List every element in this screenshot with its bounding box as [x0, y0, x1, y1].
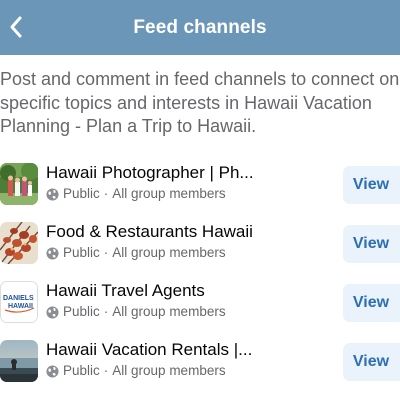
description-line: Post and comment in feed channels to con…: [0, 69, 400, 89]
logo-text-top: DANIELS: [3, 295, 34, 302]
description-line: Planning - Plan a Trip to Hawaii.: [0, 116, 257, 136]
channel-name: Hawaii Photographer | Ph...: [46, 163, 254, 182]
page-title: Feed channels: [133, 16, 267, 38]
channel-meta: Public · All group members: [46, 185, 226, 203]
meta-separator: ·: [103, 245, 109, 260]
globe-icon: [46, 187, 59, 201]
channel-name: Food & Restaurants Hawaii: [46, 222, 253, 241]
daniels-hawaii-logo: DANIELS HAWAII: [1, 282, 37, 322]
globe-icon: [46, 246, 59, 260]
channel-thumbnail: [0, 222, 38, 264]
channel-row[interactable]: Hawaii Vacation Rentals |... Public · Al…: [0, 340, 400, 388]
meta-separator: ·: [103, 304, 109, 319]
channel-meta: Public · All group members: [46, 303, 226, 321]
channel-row[interactable]: Hawaii Photographer | Ph... Public · All…: [0, 163, 400, 211]
privacy-label: Public: [63, 245, 100, 260]
privacy-label: Public: [63, 186, 100, 201]
view-button[interactable]: View: [343, 166, 400, 204]
channel-row[interactable]: DANIELS HAWAII Hawaii Travel Agents Publ…: [0, 281, 400, 329]
view-button[interactable]: View: [343, 343, 400, 381]
meta-separator: ·: [103, 186, 109, 201]
audience-label: All group members: [112, 363, 226, 378]
back-button[interactable]: [4, 14, 28, 40]
channel-meta: Public · All group members: [46, 362, 226, 380]
description-line: specific topics and interests in Hawaii …: [0, 92, 372, 113]
channel-row[interactable]: Food & Restaurants Hawaii Public · All g…: [0, 222, 400, 270]
globe-icon: [46, 364, 59, 378]
description: Post and comment in feed channels to con…: [0, 68, 400, 139]
top-bar: Feed channels: [0, 0, 400, 55]
channel-name: Hawaii Vacation Rentals |...: [46, 340, 253, 359]
globe-icon: [46, 305, 59, 319]
audience-label: All group members: [112, 186, 226, 201]
channel-meta: Public · All group members: [46, 244, 226, 262]
channel-thumbnail: [0, 163, 38, 205]
channel-thumbnail: [0, 340, 38, 382]
view-button[interactable]: View: [343, 225, 400, 263]
audience-label: All group members: [112, 245, 226, 260]
privacy-label: Public: [63, 304, 100, 319]
channel-name: Hawaii Travel Agents: [46, 281, 205, 300]
privacy-label: Public: [63, 363, 100, 378]
meta-separator: ·: [103, 363, 109, 378]
audience-label: All group members: [112, 304, 226, 319]
channel-thumbnail: DANIELS HAWAII: [0, 281, 38, 323]
chevron-left-icon: [10, 16, 22, 38]
view-button[interactable]: View: [343, 284, 400, 322]
logo-text-bottom: HAWAII: [8, 303, 33, 310]
